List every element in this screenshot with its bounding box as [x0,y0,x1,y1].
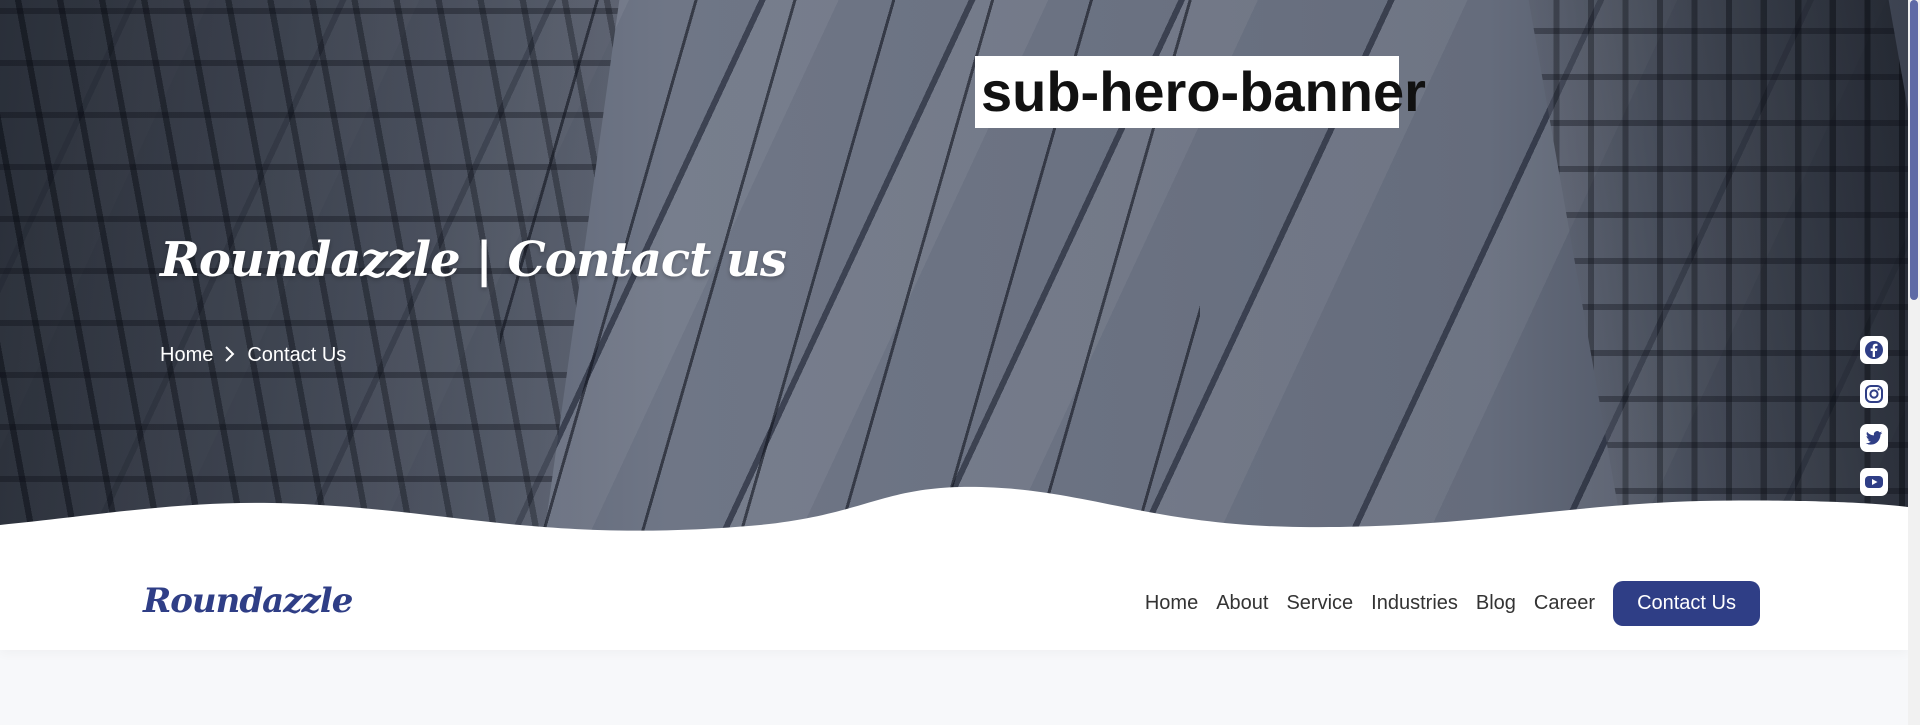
nav-service[interactable]: Service [1286,592,1353,615]
page-title: Roundazzle | Contact us [160,232,787,288]
chevron-right-icon [223,345,237,367]
facebook-icon[interactable] [1860,336,1888,364]
nav-blog[interactable]: Blog [1476,592,1516,615]
page-scrollbar[interactable] [1908,0,1920,725]
breadcrumb: Home Contact Us [160,344,346,367]
nav-about[interactable]: About [1216,592,1268,615]
overlay-label: sub-hero-banner [975,56,1426,128]
contact-us-button[interactable]: Contact Us [1613,581,1760,626]
nav-home[interactable]: Home [1145,592,1198,615]
main-navbar: Roundazzle Home About Service Industries… [0,545,1908,650]
social-links [1860,336,1888,496]
breadcrumb-current: Contact Us [247,344,347,366]
youtube-icon[interactable] [1860,468,1888,496]
nav-industries[interactable]: Industries [1371,592,1458,615]
page-content-area [0,650,1908,725]
sub-hero-banner: sub-hero-banner Roundazzle | Contact us … [0,0,1908,545]
instagram-icon[interactable] [1860,380,1888,408]
twitter-icon[interactable] [1860,424,1888,452]
scrollbar-thumb[interactable] [1910,0,1918,300]
hero-wave-divider [0,486,1908,545]
nav-career[interactable]: Career [1534,592,1595,615]
breadcrumb-home-link[interactable]: Home [160,344,213,367]
nav-links: Home About Service Industries Blog Caree… [1145,581,1760,626]
hero-bg-building-right [1525,0,1908,545]
brand-logo[interactable]: Roundazzle [143,581,353,621]
